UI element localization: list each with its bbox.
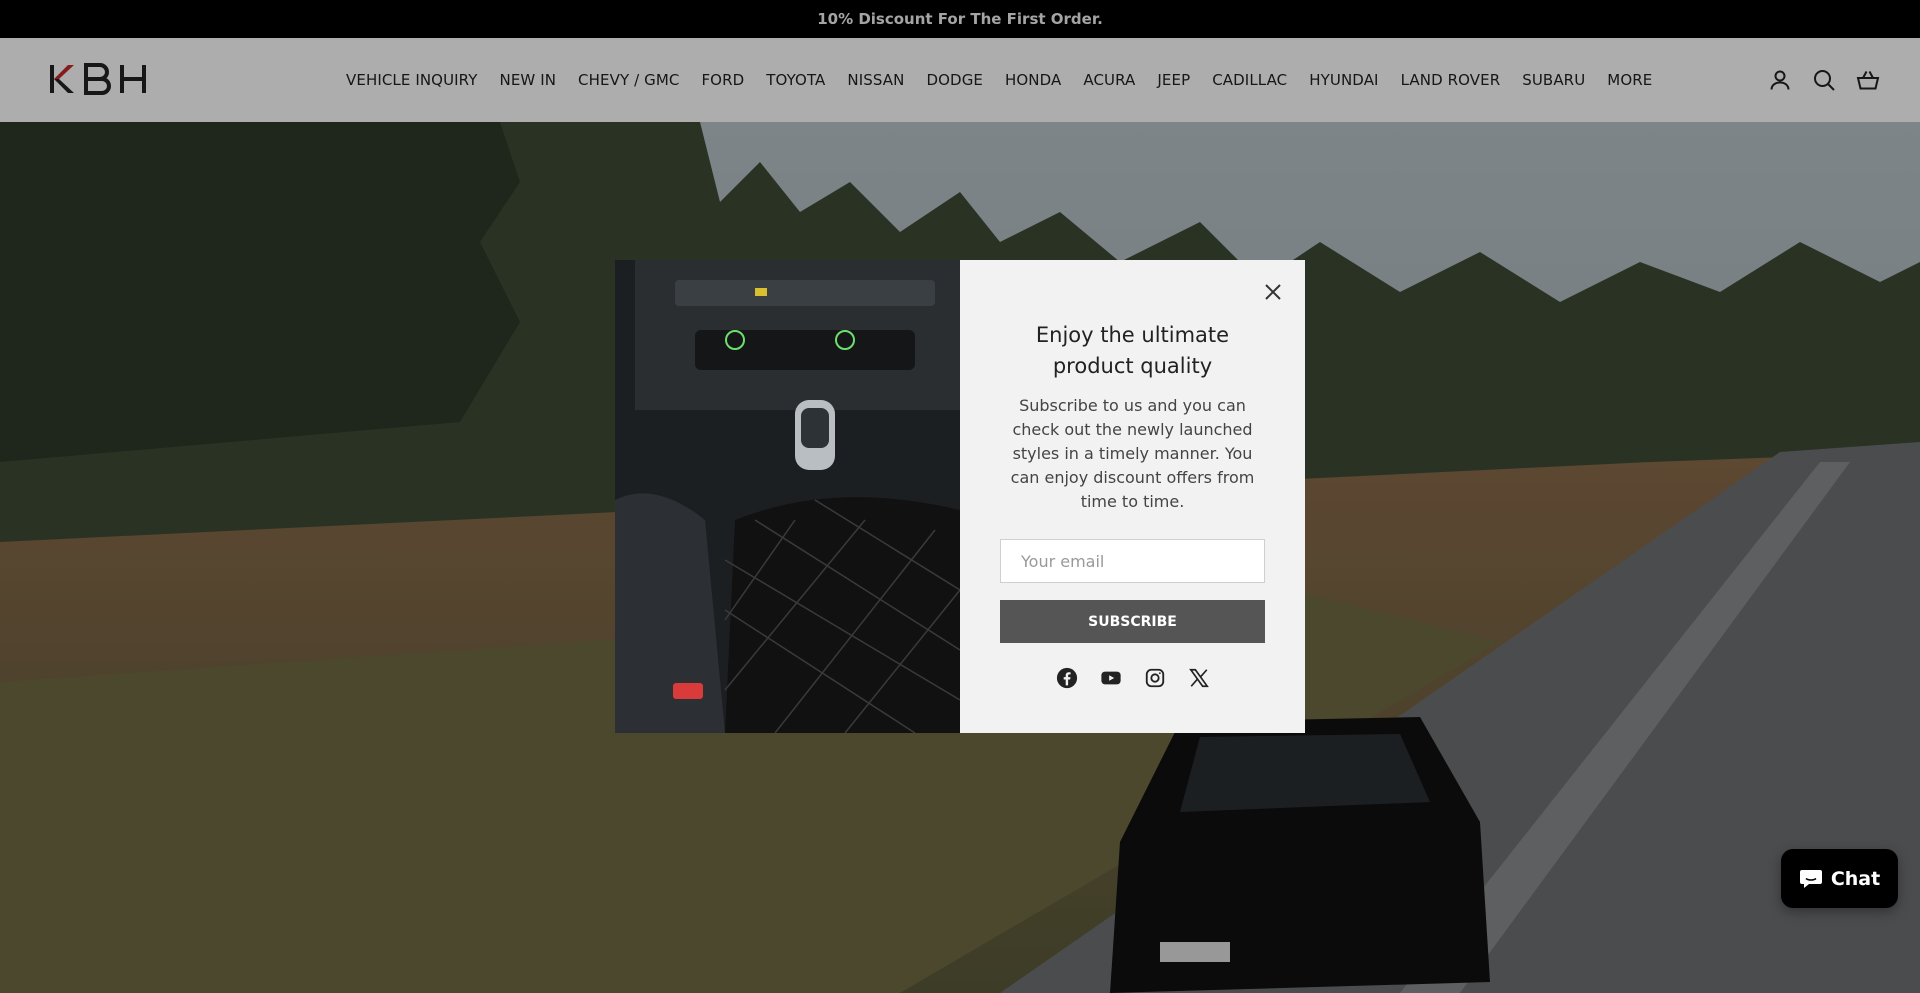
chat-bubble-icon: [1799, 869, 1822, 888]
social-links: [1000, 667, 1265, 689]
close-icon[interactable]: [1261, 280, 1285, 304]
subscribe-button[interactable]: SUBSCRIBE: [1000, 600, 1265, 643]
youtube-icon[interactable]: [1100, 667, 1122, 689]
email-field[interactable]: [1000, 539, 1265, 583]
chat-button[interactable]: Chat: [1781, 849, 1898, 908]
facebook-icon[interactable]: [1056, 667, 1078, 689]
x-icon[interactable]: [1188, 667, 1210, 689]
popup-description: Subscribe to us and you can check out th…: [1010, 396, 1255, 511]
instagram-icon[interactable]: [1144, 667, 1166, 689]
chat-label: Chat: [1830, 867, 1881, 890]
newsletter-popup: Enjoy the ultimate product quality Subsc…: [615, 260, 1305, 733]
popup-image: [615, 260, 960, 733]
popup-content: Enjoy the ultimate product quality Subsc…: [960, 260, 1305, 733]
popup-title: Enjoy the ultimate product quality: [1035, 323, 1230, 378]
